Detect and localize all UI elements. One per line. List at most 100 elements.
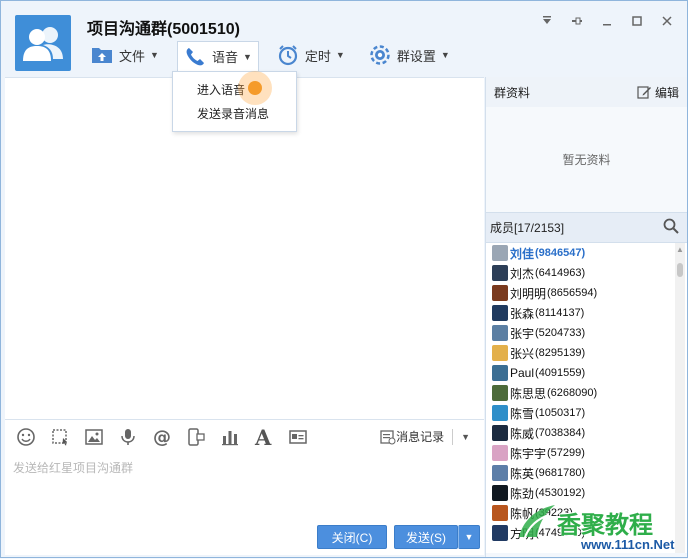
group-avatar[interactable] — [15, 15, 71, 71]
gear-icon — [369, 44, 391, 66]
voice-menu-button[interactable]: 语音 ▼ — [176, 41, 259, 71]
voice-menu-label: 语音 — [211, 50, 238, 65]
member-avatar[interactable] — [492, 485, 508, 501]
member-id: (4091559) — [535, 367, 586, 379]
phone-send-icon[interactable] — [185, 426, 207, 448]
member-id: (5204733) — [535, 327, 586, 339]
watermark-url: www.111cn.Net — [581, 537, 675, 552]
member-avatar[interactable] — [492, 325, 508, 341]
member-row[interactable]: 陈英 (9681780) — [486, 463, 687, 483]
member-id: (1050317) — [535, 407, 586, 419]
close-icon[interactable] — [659, 13, 675, 29]
group-info-header: 群资料 编辑 — [486, 77, 687, 107]
chevron-down-icon: ▼ — [150, 50, 159, 60]
member-name: 刘明明 — [510, 286, 547, 301]
member-avatar[interactable] — [492, 265, 508, 281]
member-name: 刘佳 — [510, 246, 535, 261]
watermark-logo-icon — [519, 505, 555, 538]
group-side-panel: 群资料 编辑 暂无资料 成员[17/2153] 刘佳 (9846547) 刘杰 (64… — [485, 77, 687, 557]
member-id: (9681780) — [535, 467, 586, 479]
member-row[interactable]: 陈宇宇 (57299) — [486, 443, 687, 463]
member-row[interactable]: 刘杰 (6414963) — [486, 263, 687, 283]
member-avatar[interactable] — [492, 345, 508, 361]
no-info-text: 暂无资料 — [486, 107, 687, 213]
card-icon[interactable] — [287, 426, 309, 448]
member-name: 陈思思 — [510, 386, 547, 401]
send-button[interactable]: 发送(S) — [394, 525, 458, 549]
member-avatar[interactable] — [492, 305, 508, 321]
history-icon — [380, 429, 396, 444]
member-avatar[interactable] — [492, 245, 508, 261]
member-id: (8295139) — [535, 347, 586, 359]
svg-text:A: A — [254, 427, 272, 447]
member-id: (6268090) — [547, 387, 598, 399]
member-row[interactable]: 刘佳 (9846547) — [486, 243, 687, 263]
message-input[interactable]: 发送给红星项目沟通群 关闭(C) 发送(S) ▼ — [5, 453, 484, 555]
member-name: 刘杰 — [510, 266, 535, 281]
font-icon[interactable]: A — [253, 426, 275, 448]
member-row[interactable]: 刘明明 (8656594) — [486, 283, 687, 303]
member-avatar[interactable] — [492, 365, 508, 381]
folder-upload-icon — [91, 44, 113, 66]
member-id: (8114137) — [535, 307, 585, 319]
member-avatar[interactable] — [492, 405, 508, 421]
maximize-icon[interactable] — [629, 13, 645, 29]
member-row[interactable]: 陈雪 (1050317) — [486, 403, 687, 423]
mention-icon[interactable]: @ — [151, 426, 173, 448]
image-icon[interactable] — [83, 426, 105, 448]
chevron-down-icon: ▼ — [242, 51, 252, 62]
member-row[interactable]: 陈思思 (6268090) — [486, 383, 687, 403]
main-toolbar: 文件 ▼ 语音 ▼ 定时 ▼ 群设置 ▼ — [85, 41, 468, 71]
menu-item-send-recording[interactable]: 发送录音消息 — [173, 102, 296, 126]
member-row[interactable]: 张森 (8114137) — [486, 303, 687, 323]
pin-icon[interactable] — [569, 13, 585, 29]
member-row[interactable]: Paul (4091559) — [486, 363, 687, 383]
file-menu-button[interactable]: 文件 ▼ — [85, 41, 165, 69]
member-row[interactable]: 张兴 (8295139) — [486, 343, 687, 363]
member-avatar[interactable] — [492, 525, 508, 541]
member-id: (7038384) — [535, 427, 586, 439]
emoji-icon[interactable] — [15, 426, 37, 448]
window-controls — [539, 13, 675, 29]
member-row[interactable]: 陈威 (7038384) — [486, 423, 687, 443]
chevron-down-icon[interactable]: ▼ — [461, 432, 470, 442]
close-button[interactable]: 关闭(C) — [317, 525, 387, 549]
search-icon[interactable] — [663, 218, 679, 237]
member-row[interactable]: 张宇 (5204733) — [486, 323, 687, 343]
scrollbar-thumb[interactable] — [677, 263, 683, 277]
chart-icon[interactable] — [219, 426, 241, 448]
member-name: 陈英 — [510, 466, 535, 481]
member-avatar[interactable] — [492, 285, 508, 301]
phone-icon — [184, 46, 206, 68]
group-settings-button[interactable]: 群设置 ▼ — [363, 41, 456, 69]
divider — [452, 428, 454, 445]
menu-item-enter-voice[interactable]: 进入语音 — [173, 78, 296, 102]
member-id: (6414963) — [535, 267, 586, 279]
member-avatar[interactable] — [492, 465, 508, 481]
member-avatar[interactable] — [492, 505, 508, 521]
scroll-up-icon[interactable]: ▲ — [676, 245, 684, 254]
history-label: 消息记录 — [396, 430, 445, 444]
microphone-icon[interactable] — [117, 426, 139, 448]
send-options-button[interactable]: ▼ — [458, 525, 480, 549]
voice-dropdown-menu: 进入语音 发送录音消息 — [172, 71, 297, 132]
timer-menu-button[interactable]: 定时 ▼ — [271, 41, 351, 69]
member-name: Paul — [510, 366, 535, 380]
input-toolbar: @ A 消息记录 ▼ — [5, 419, 484, 453]
screenshot-icon[interactable] — [49, 426, 71, 448]
member-avatar[interactable] — [492, 385, 508, 401]
timer-menu-label: 定时 — [304, 48, 331, 64]
member-name: 张森 — [510, 306, 535, 321]
mouse-cursor-highlight — [238, 71, 272, 105]
pin-down-icon[interactable] — [539, 13, 555, 29]
minimize-icon[interactable] — [599, 13, 615, 29]
member-avatar[interactable] — [492, 425, 508, 441]
chevron-down-icon: ▼ — [464, 532, 474, 542]
message-history-button[interactable]: 消息记录 ▼ — [380, 428, 470, 445]
group-title: 项目沟通群(5001510) — [87, 21, 240, 38]
edit-label: 编辑 — [654, 85, 679, 100]
edit-button[interactable]: 编辑 — [637, 84, 679, 101]
chevron-down-icon: ▼ — [335, 50, 345, 60]
member-name: 陈雪 — [510, 406, 535, 421]
member-avatar[interactable] — [492, 445, 508, 461]
